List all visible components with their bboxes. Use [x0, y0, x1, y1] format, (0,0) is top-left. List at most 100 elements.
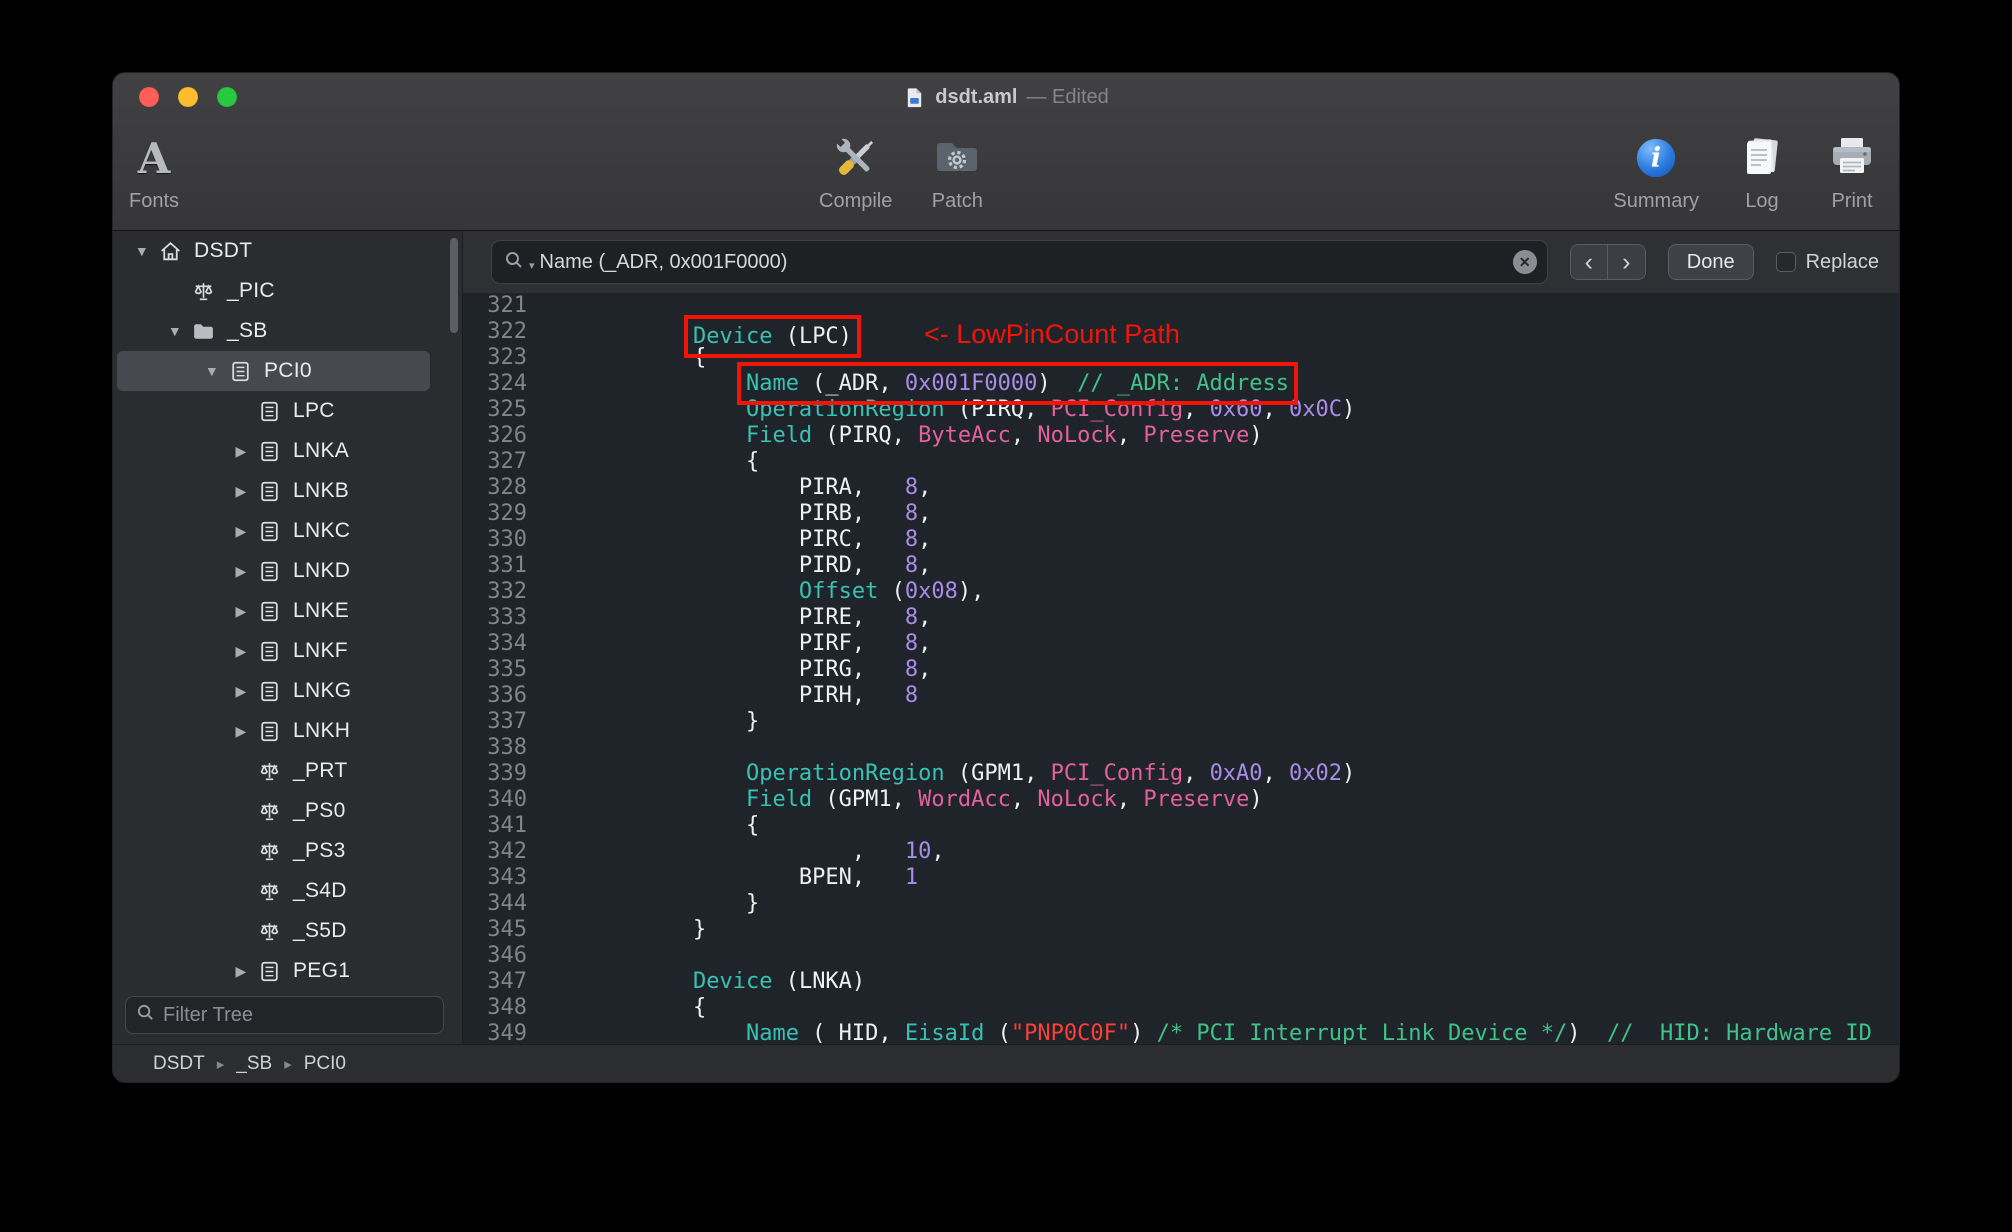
device-icon	[255, 559, 283, 584]
done-button[interactable]: Done	[1667, 244, 1754, 280]
status-bar: DSDT ▸ _SB ▸ PCI0	[113, 1044, 1899, 1082]
clear-search-button[interactable]: ✕	[1512, 250, 1537, 274]
disclosure-triangle[interactable]: ▼	[161, 323, 189, 339]
find-next-button[interactable]: ›	[1607, 245, 1645, 279]
sidebar-item-lpc[interactable]: LPC	[113, 391, 462, 431]
code-line: OperationRegion (PIRQ, PCI_Config, 0x60,…	[587, 397, 1872, 423]
compile-button[interactable]: Compile	[819, 128, 892, 213]
code-line: PIRA, 8,	[587, 475, 1872, 501]
code-token: PIRC,	[587, 527, 905, 552]
sidebar-item-_ps0[interactable]: _PS0	[113, 791, 462, 831]
sidebar-item-peg1[interactable]: ▶ PEG1	[113, 951, 462, 991]
find-prev-next-control: ‹ ›	[1569, 244, 1646, 280]
disclosure-triangle[interactable]: ▶	[227, 563, 255, 580]
sidebar-item-_prt[interactable]: _PRT	[113, 751, 462, 791]
line-number: 345	[487, 917, 527, 942]
summary-button[interactable]: i Summary	[1613, 128, 1699, 213]
disclosure-triangle[interactable]: ▶	[227, 483, 255, 500]
replace-checkbox[interactable]	[1775, 252, 1796, 272]
sidebar-item-lnkd[interactable]: ▶ LNKD	[113, 551, 462, 591]
code-token: 8	[904, 475, 919, 500]
sidebar-item-pci0[interactable]: ▼ PCI0	[117, 351, 430, 391]
sidebar-item-lnkb[interactable]: ▶ LNKB	[113, 471, 462, 511]
code-token: PCI_Config	[1050, 761, 1184, 786]
disclosure-triangle[interactable]: ▶	[227, 643, 255, 660]
sidebar-item-lnka[interactable]: ▶ LNKA	[113, 431, 462, 471]
line-number: 340	[487, 787, 527, 812]
disclosure-triangle[interactable]: ▶	[227, 603, 255, 620]
disclosure-triangle[interactable]: ▶	[227, 523, 255, 540]
line-number: 325	[487, 397, 527, 422]
filter-tree-input[interactable]	[163, 1003, 433, 1027]
tree-item-label: LNKC	[293, 519, 351, 542]
line-number: 339	[487, 761, 527, 786]
disclosure-triangle[interactable]: ▶	[227, 443, 255, 460]
code-line: PIRG, 8,	[587, 657, 1872, 683]
print-button[interactable]: Print	[1825, 128, 1879, 213]
find-field[interactable]: ▾ ✕	[491, 240, 1548, 284]
disclosure-triangle[interactable]: ▶	[227, 963, 255, 980]
sidebar-item-lnkg[interactable]: ▶ LNKG	[113, 671, 462, 711]
method-icon	[255, 759, 283, 784]
disclosure-triangle[interactable]: ▶	[227, 723, 255, 740]
code-line: }	[587, 917, 1872, 943]
code-token: ,	[1116, 787, 1144, 812]
breadcrumb-separator: ▸	[284, 1055, 292, 1073]
code-token: ),	[957, 579, 985, 604]
line-number: 321	[487, 293, 527, 318]
patch-label: Patch	[931, 190, 983, 212]
code-line: Device (LNKA)	[587, 969, 1872, 995]
line-number: 341	[487, 813, 527, 838]
code-token: )	[1130, 1021, 1157, 1044]
log-button[interactable]: Log	[1735, 128, 1789, 213]
device-icon	[255, 959, 283, 984]
code-editor[interactable]: 321 322 323 324 325 326 327 328 329 330 331 332 333 3…	[463, 293, 1899, 1044]
code-token: (GPM1,	[944, 761, 1051, 786]
filter-tree-field[interactable]	[125, 996, 444, 1034]
method-icon	[189, 279, 217, 304]
sidebar-item-lnkh[interactable]: ▶ LNKH	[113, 711, 462, 751]
code-line: }	[587, 891, 1872, 917]
sidebar-scrollbar[interactable]	[450, 238, 458, 333]
log-icon	[1735, 128, 1789, 188]
code-token: Device	[692, 969, 773, 994]
tree-item-label: _PS3	[293, 839, 346, 862]
title-bar[interactable]: dsdt.aml — Edited	[113, 73, 1899, 122]
sidebar-item-lnkc[interactable]: ▶ LNKC	[113, 511, 462, 551]
code-line: , 10,	[587, 839, 1872, 865]
search-scope-chevron-icon[interactable]: ▾	[529, 259, 535, 272]
device-icon	[255, 439, 283, 464]
code-token: (	[878, 579, 905, 604]
code-line: OperationRegion (GPM1, PCI_Config, 0xA0,…	[587, 761, 1872, 787]
find-previous-button[interactable]: ‹	[1570, 245, 1608, 279]
sidebar-item-_s5d[interactable]: _S5D	[113, 911, 462, 951]
patch-button[interactable]: Patch	[930, 128, 984, 213]
code-token: 0x60	[1209, 397, 1263, 422]
line-number: 348	[487, 995, 527, 1020]
disclosure-triangle[interactable]: ▼	[128, 243, 156, 259]
replace-toggle[interactable]: Replace	[1775, 251, 1879, 274]
sidebar-item-_s4d[interactable]: _S4D	[113, 871, 462, 911]
sidebar-item-_sb[interactable]: ▼ _SB	[113, 311, 462, 351]
disclosure-triangle[interactable]: ▶	[227, 683, 255, 700]
fonts-button[interactable]: A Fonts	[129, 128, 179, 213]
sidebar-item-_pic[interactable]: _PIC	[113, 271, 462, 311]
sidebar-item-_ps3[interactable]: _PS3	[113, 831, 462, 871]
find-input[interactable]	[539, 250, 1535, 274]
device-icon	[255, 639, 283, 664]
disclosure-triangle[interactable]: ▼	[198, 363, 226, 379]
sidebar-item-dsdt[interactable]: ▼ DSDT	[113, 231, 462, 271]
breadcrumb-item[interactable]: DSDT	[153, 1053, 205, 1075]
line-number: 344	[487, 891, 527, 916]
house-icon	[156, 239, 184, 264]
breadcrumb-item[interactable]: PCI0	[304, 1053, 346, 1075]
sidebar-item-lnkf[interactable]: ▶ LNKF	[113, 631, 462, 671]
sidebar-item-lnke[interactable]: ▶ LNKE	[113, 591, 462, 631]
breadcrumb-item[interactable]: _SB	[236, 1053, 272, 1075]
summary-icon: i	[1633, 128, 1679, 188]
method-icon	[255, 799, 283, 824]
